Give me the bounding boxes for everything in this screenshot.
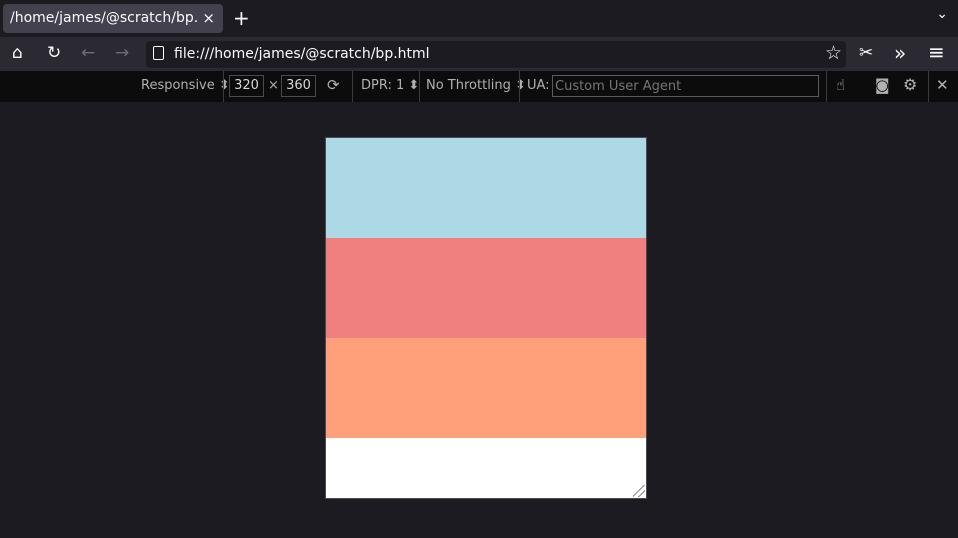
url-bar[interactable]: file:///home/james/@scratch/bp.html ☆	[146, 41, 846, 68]
user-agent-input[interactable]	[552, 75, 819, 97]
divider	[519, 71, 520, 102]
responsive-design-toolbar: Responsive ⬍ 320 × 360 ⟳ DPR: 1 ⬍ No Thr…	[0, 71, 958, 102]
resize-handle[interactable]	[633, 485, 645, 497]
list-all-tabs-chevron-icon[interactable]: ⌄	[936, 6, 948, 22]
height-input[interactable]: 360	[281, 75, 316, 97]
width-input[interactable]: 320	[229, 75, 264, 97]
block-white	[326, 438, 646, 498]
new-tab-button[interactable]: +	[233, 6, 250, 30]
device-selector[interactable]: Responsive ⬍	[141, 78, 230, 93]
settings-gear-icon[interactable]: ⚙	[903, 75, 917, 94]
throttling-selector[interactable]: No Throttling ⬍	[426, 78, 526, 93]
screenshot-icon[interactable]: ✂	[859, 43, 873, 63]
divider	[352, 71, 353, 102]
divider	[826, 71, 827, 102]
back-icon[interactable]: ←	[81, 43, 95, 63]
block-lightcoral	[326, 238, 646, 338]
forward-icon[interactable]: →	[115, 43, 129, 63]
divider	[928, 71, 929, 102]
device-label: Responsive	[141, 78, 215, 93]
block-lightsalmon	[326, 338, 646, 438]
divider	[223, 71, 224, 102]
touch-simulation-icon[interactable]: ☝	[836, 76, 845, 94]
hamburger-menu-icon[interactable]: ≡	[928, 40, 945, 64]
viewport-frame	[325, 137, 647, 499]
throttling-label: No Throttling	[426, 78, 511, 93]
block-lightblue	[326, 138, 646, 238]
bookmark-star-icon[interactable]: ☆	[825, 42, 842, 64]
close-tab-icon[interactable]: ×	[202, 4, 215, 33]
dpr-label: DPR: 1	[361, 78, 405, 93]
divider	[419, 71, 420, 102]
rotate-icon[interactable]: ⟳	[327, 76, 340, 94]
times-sign: ×	[268, 78, 279, 93]
url-text[interactable]: file:///home/james/@scratch/bp.html	[174, 46, 430, 62]
reload-icon[interactable]: ↻	[47, 43, 61, 63]
page-icon	[153, 46, 164, 60]
nav-bar: ⌂ ↻ ← → file:///home/james/@scratch/bp.h…	[0, 37, 958, 71]
dpr-selector[interactable]: DPR: 1 ⬍	[361, 78, 419, 93]
camera-icon[interactable]: ◙	[875, 76, 890, 94]
home-icon[interactable]: ⌂	[12, 43, 23, 63]
close-rdm-icon[interactable]: ✕	[936, 76, 949, 94]
tab-active[interactable]: /home/james/@scratch/bp.html ×	[3, 4, 223, 33]
ua-label: UA:	[527, 78, 550, 93]
tab-bar: /home/james/@scratch/bp.html × + ⌄	[0, 0, 958, 37]
tab-title: /home/james/@scratch/bp.html	[10, 10, 198, 26]
overflow-chevrons-icon[interactable]: »	[894, 41, 906, 65]
